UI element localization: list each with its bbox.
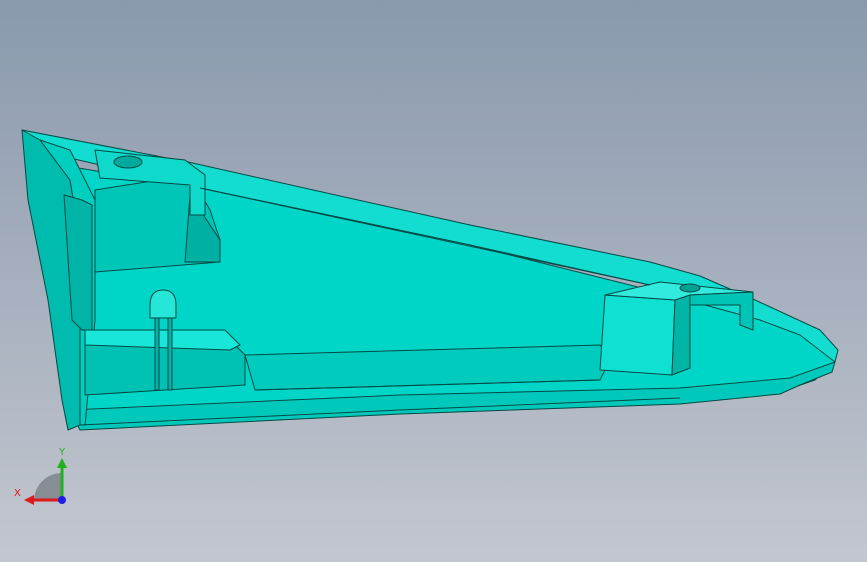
triad-shadow-quadrant (34, 473, 62, 500)
coordinate-triad: Y X (14, 447, 67, 505)
y-axis-arrow-icon (57, 458, 67, 468)
x-axis-arrow-icon (24, 495, 34, 505)
z-axis-dot-icon (58, 496, 66, 504)
cad-3d-viewport[interactable]: Y X (0, 0, 867, 562)
x-axis-label: X (14, 488, 21, 499)
y-axis-label: Y (58, 447, 66, 458)
